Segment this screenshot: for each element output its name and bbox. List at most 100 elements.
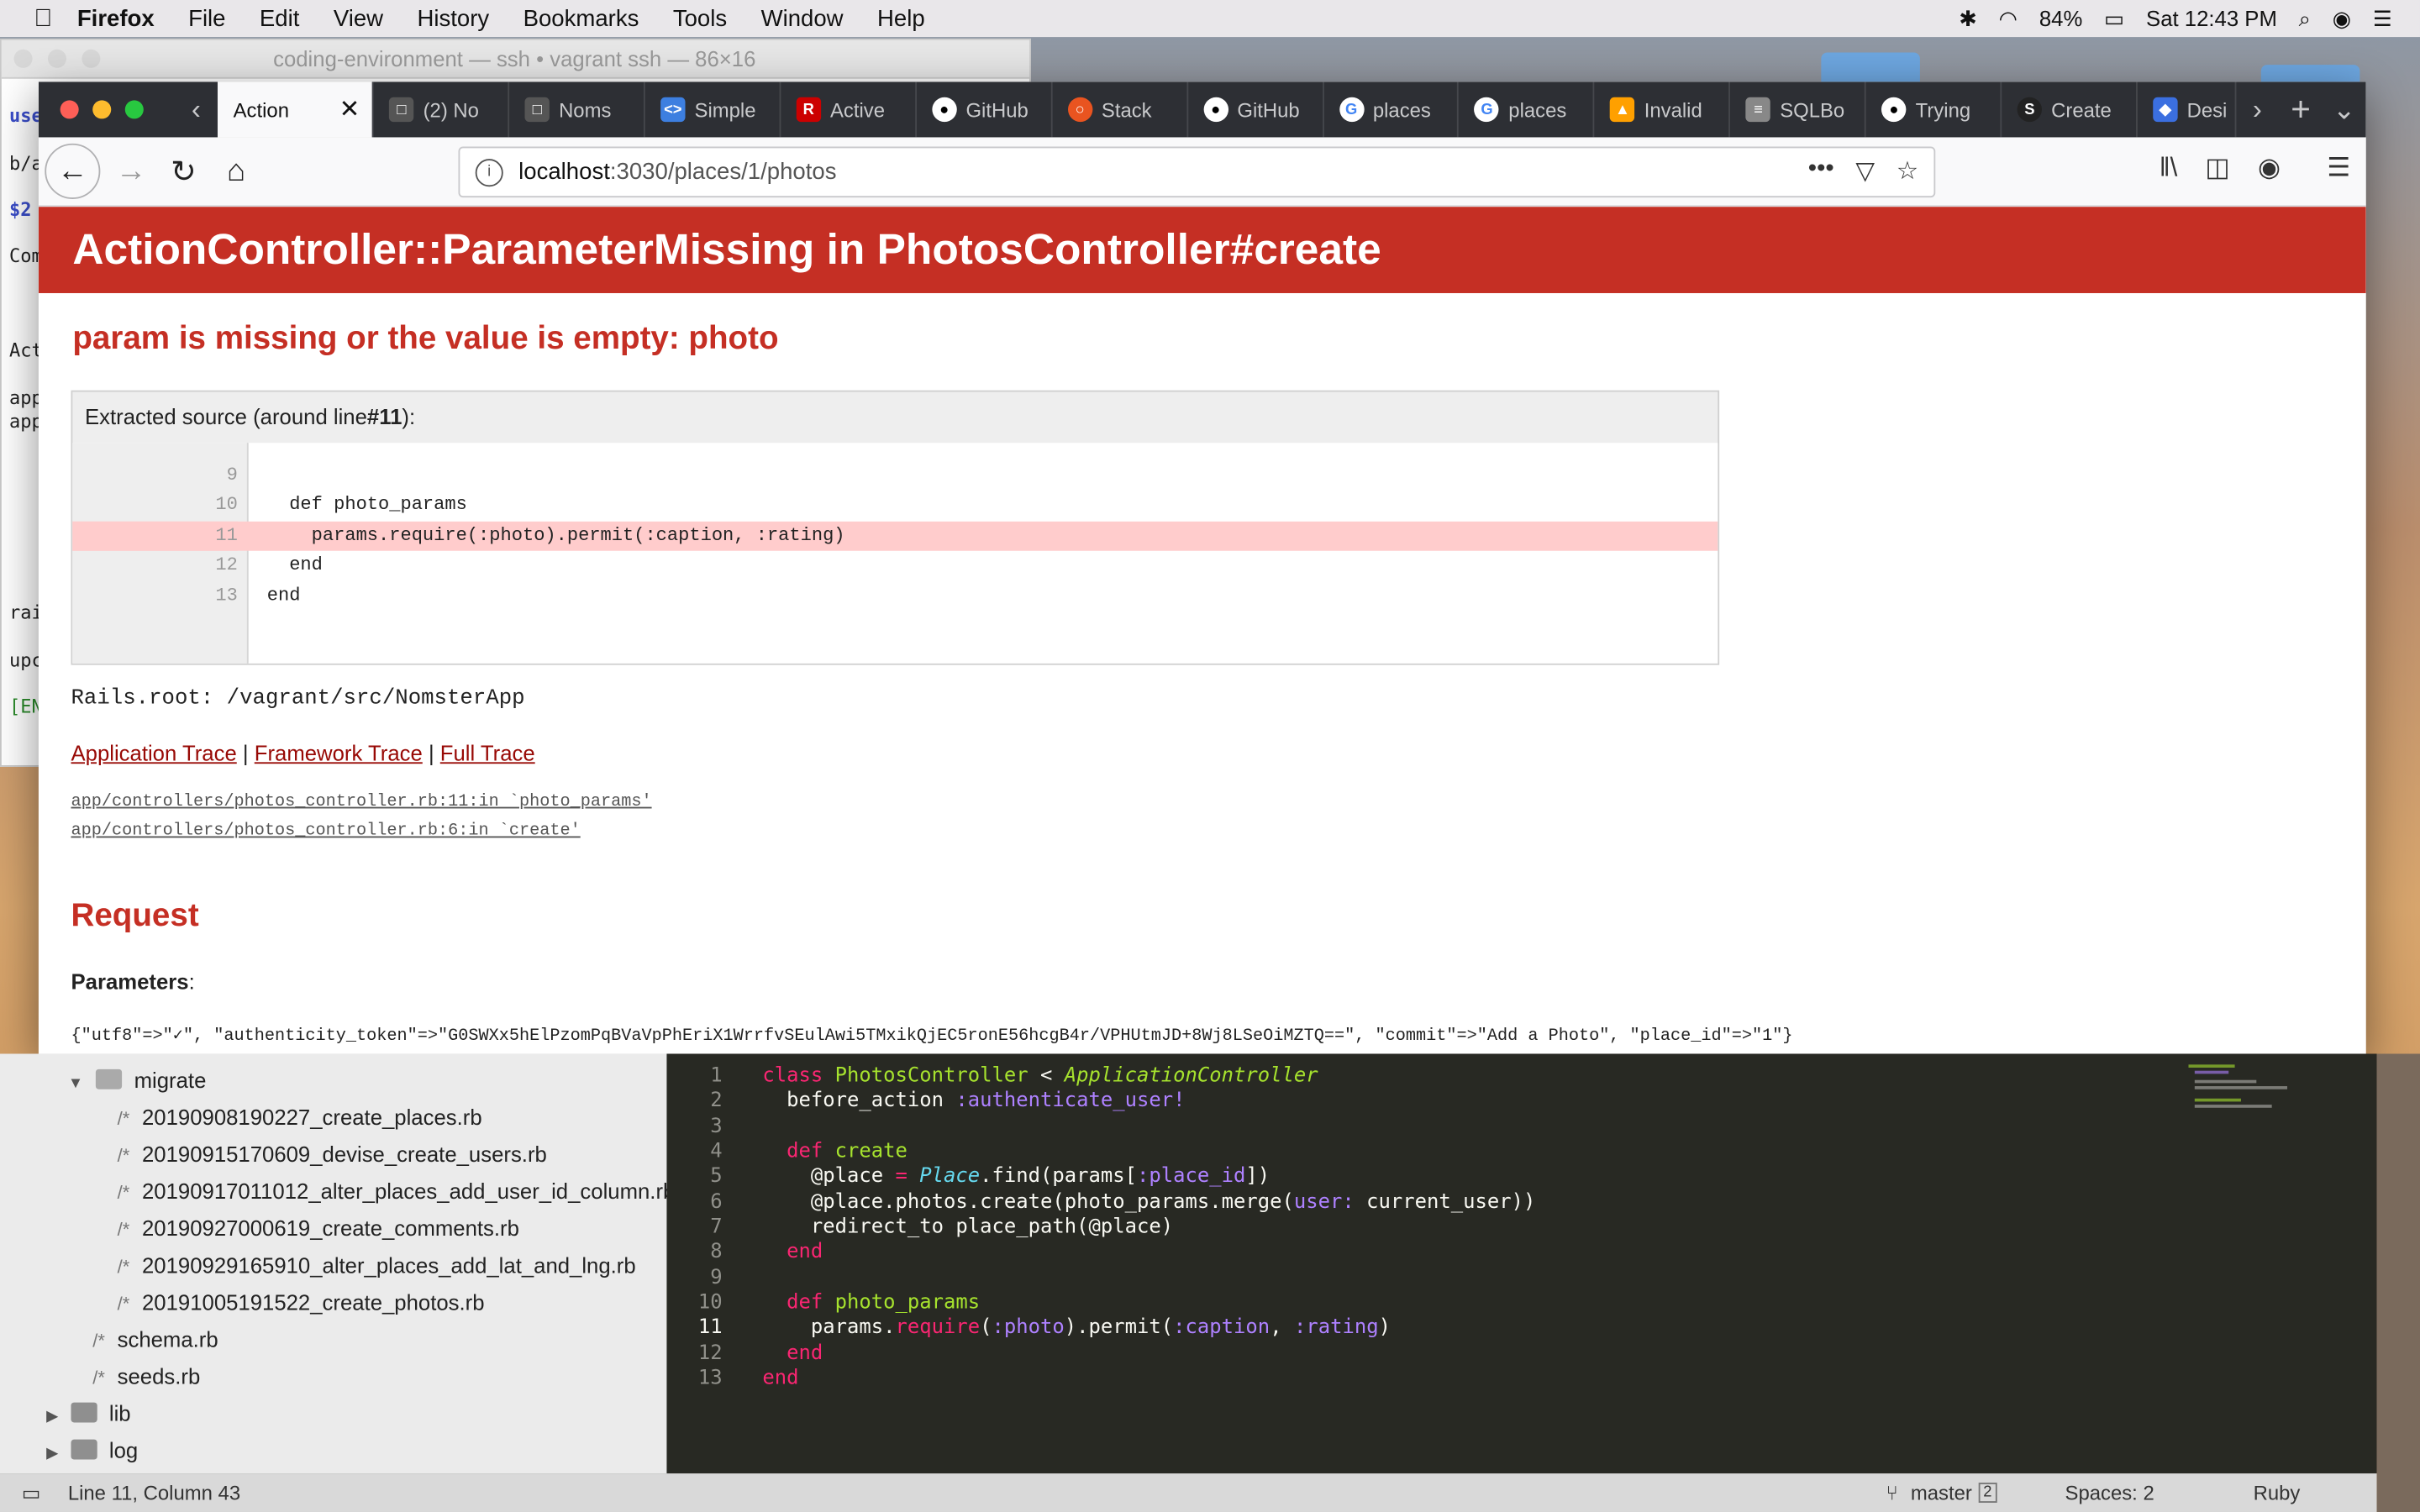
- indentation-setting[interactable]: Spaces: 2: [2065, 1481, 2154, 1504]
- new-tab-icon[interactable]: +: [2279, 81, 2323, 137]
- forward-button[interactable]: →: [107, 146, 156, 196]
- tab-label: Active: [829, 97, 886, 122]
- terminal-text: Com: [9, 245, 43, 267]
- menu-bookmarks[interactable]: Bookmarks: [523, 5, 639, 31]
- code-editor[interactable]: 1 class PhotosController < ApplicationCon…: [666, 1053, 2377, 1474]
- tab-label: GitHub: [1237, 97, 1300, 122]
- bluetooth-icon[interactable]: ✱: [1959, 5, 1977, 31]
- tree-file[interactable]: /* 20190915170609_devise_create_users.rb: [118, 1142, 547, 1166]
- full-trace-link[interactable]: Full Trace: [440, 741, 535, 765]
- disclosure-closed-icon: ▶: [46, 1408, 59, 1426]
- tab-item[interactable]: <> Simple: [645, 81, 781, 138]
- menu-help[interactable]: Help: [877, 5, 925, 31]
- folder-icon: [95, 1068, 122, 1089]
- git-branch[interactable]: master: [1911, 1481, 1972, 1504]
- zoom-window-button[interactable]: [124, 100, 144, 119]
- source-line-highlighted: 11 params.require(:photo).permit(:captio…: [72, 521, 1718, 551]
- home-button[interactable]: ⌂: [212, 146, 261, 196]
- menu-edit[interactable]: Edit: [260, 5, 299, 31]
- tree-file[interactable]: /* 20190908190227_create_places.rb: [118, 1105, 482, 1129]
- hamburger-menu-icon[interactable]: ☰: [2327, 153, 2350, 184]
- spotlight-search-icon[interactable]: ⌕: [2299, 5, 2311, 31]
- error-page: ActionController::ParameterMissing in Ph…: [38, 207, 2366, 1054]
- sidebar-icon[interactable]: ◫: [2205, 153, 2230, 184]
- menu-file[interactable]: File: [188, 5, 225, 31]
- tabs-scroll-left-icon[interactable]: ‹: [175, 81, 218, 137]
- apple-icon[interactable]: : [34, 5, 58, 31]
- wifi-icon[interactable]: ◠: [1999, 5, 2018, 31]
- tree-file[interactable]: /* 20190927000619_create_comments.rb: [118, 1215, 519, 1240]
- github-icon: ●: [1881, 97, 1907, 123]
- macos-menubar:  Firefox File Edit View History Bookmar…: [0, 0, 2420, 38]
- menu-history[interactable]: History: [417, 5, 489, 31]
- tabs-scroll-right-icon[interactable]: ›: [2236, 81, 2280, 137]
- source-line: 10 def photo_params: [215, 493, 467, 516]
- tab-item[interactable]: ▲ Invalid: [1595, 81, 1731, 138]
- list-all-tabs-icon[interactable]: ⌄: [2323, 81, 2366, 137]
- github-icon: ●: [932, 97, 957, 123]
- notification-center-icon[interactable]: ☰: [2373, 5, 2392, 31]
- site-info-icon[interactable]: i: [475, 158, 503, 186]
- framework-trace-link[interactable]: Framework Trace: [255, 741, 423, 765]
- tree-folder-log[interactable]: ▶ log: [46, 1438, 138, 1462]
- back-button[interactable]: ←: [45, 143, 101, 199]
- menu-window[interactable]: Window: [761, 5, 844, 31]
- tree-file[interactable]: /* schema.rb: [92, 1327, 218, 1352]
- terminal-text: app: [9, 410, 43, 433]
- pocket-icon[interactable]: ▽: [1855, 156, 1875, 187]
- tree-file[interactable]: /* seeds.rb: [92, 1364, 200, 1389]
- menu-tools[interactable]: Tools: [673, 5, 727, 31]
- rails-icon: R: [796, 97, 821, 123]
- tree-file[interactable]: /* 20191005191522_create_photos.rb: [118, 1290, 485, 1315]
- tab-action[interactable]: Action ✕: [218, 81, 374, 138]
- siri-icon[interactable]: ◉: [2333, 5, 2351, 31]
- bookmark-star-icon[interactable]: ☆: [1897, 156, 1918, 187]
- battery-percent[interactable]: 84%: [2039, 6, 2082, 30]
- tab-item[interactable]: ● GitHub: [917, 81, 1053, 138]
- code-minimap[interactable]: [2188, 1062, 2312, 1123]
- menu-view[interactable]: View: [334, 5, 383, 31]
- tab-item[interactable]: ○ Stack: [1052, 81, 1188, 138]
- reload-button[interactable]: ↻: [159, 146, 208, 196]
- sublime-text-window: ▼ migrate /* 20190908190227_create_places.…: [0, 1053, 2377, 1512]
- tab-label: Simple: [694, 97, 756, 122]
- account-icon[interactable]: ◉: [2258, 153, 2281, 184]
- tab-item[interactable]: Gplaces: [1323, 81, 1460, 138]
- tab-item[interactable]: ≡ SQLBo: [1730, 81, 1866, 138]
- disclosure-open-icon: ▼: [67, 1075, 84, 1093]
- tab-item[interactable]: S Create: [2002, 81, 2138, 138]
- library-icon[interactable]: ‖\: [2160, 153, 2178, 184]
- close-window-button[interactable]: [60, 100, 79, 119]
- clock[interactable]: Sat 12:43 PM: [2146, 6, 2277, 30]
- close-tab-icon[interactable]: ✕: [339, 94, 360, 125]
- tree-folder-lib[interactable]: ▶ lib: [46, 1401, 131, 1425]
- tree-folder-migrate[interactable]: ▼ migrate: [68, 1068, 207, 1092]
- tab-item[interactable]: ◆ Desi: [2138, 81, 2236, 138]
- tab-item[interactable]: □ (2) No: [374, 81, 510, 138]
- application-trace-link[interactable]: Application Trace: [71, 741, 236, 765]
- tab-item[interactable]: □ Noms: [509, 81, 645, 138]
- firebase-icon: ▲: [1610, 97, 1635, 123]
- minimize-window-button[interactable]: [92, 100, 112, 119]
- tab-item[interactable]: R Active: [781, 81, 917, 138]
- trace-line[interactable]: app/controllers/photos_controller.rb:6:i…: [71, 822, 580, 841]
- extracted-source-caption: Extracted source (around line #11):: [85, 404, 416, 429]
- trace-line[interactable]: app/controllers/photos_controller.rb:11:…: [71, 793, 651, 811]
- tree-file[interactable]: /* 20190929165910_alter_places_add_lat_an…: [118, 1252, 636, 1277]
- tab-item[interactable]: ● GitHub: [1188, 81, 1324, 138]
- codepen-icon: <>: [660, 97, 686, 123]
- tree-file[interactable]: /* 20190917011012_alter_places_add_user_i…: [118, 1179, 676, 1203]
- tab-item[interactable]: ● Trying: [1866, 81, 2002, 138]
- tab-item[interactable]: Gplaces: [1460, 81, 1595, 138]
- terminal-text: Act: [9, 339, 43, 361]
- git-branch-icon: ⑂: [1886, 1481, 1898, 1504]
- battery-icon[interactable]: ▭: [2104, 5, 2124, 31]
- syntax-setting[interactable]: Ruby: [2254, 1481, 2301, 1504]
- url-bar[interactable]: i localhost:3030/places/1/photos ••• ▽ ☆: [458, 146, 1936, 198]
- url-path: :3030/places/1/photos: [609, 159, 837, 186]
- file-icon: /*: [117, 1144, 130, 1167]
- panel-toggle-icon[interactable]: ▭: [22, 1481, 41, 1505]
- file-icon: /*: [117, 1293, 130, 1315]
- menu-app-name[interactable]: Firefox: [77, 5, 155, 31]
- page-actions-icon[interactable]: •••: [1808, 156, 1834, 187]
